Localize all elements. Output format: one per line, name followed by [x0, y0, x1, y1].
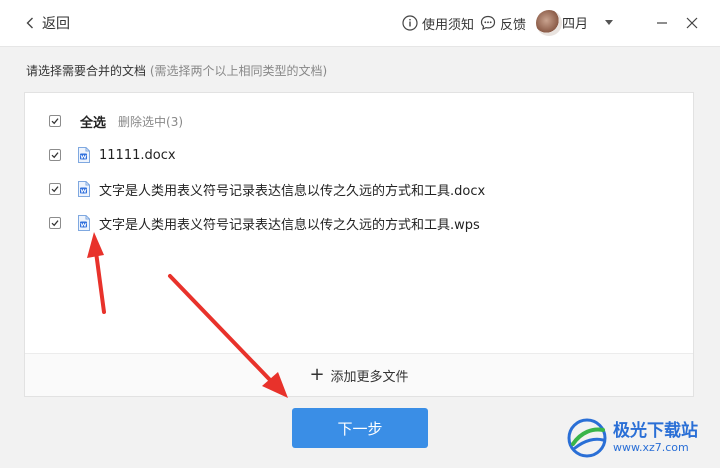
word-file-icon	[77, 181, 91, 197]
file-checkbox[interactable]	[49, 183, 61, 195]
file-row[interactable]: 文字是人类用表义符号记录表达信息以传之久远的方式和工具.wps	[49, 213, 480, 233]
word-file-icon	[77, 215, 91, 231]
add-more-label: 添加更多文件	[330, 369, 409, 385]
file-name: 文字是人类用表义符号记录表达信息以传之久远的方式和工具.wps	[99, 217, 480, 233]
close-button[interactable]	[682, 13, 702, 33]
watermark-url: www.xz7.com	[613, 441, 689, 454]
check-icon	[51, 152, 59, 159]
next-step-button[interactable]: 下一步	[292, 408, 428, 448]
avatar[interactable]	[536, 10, 562, 36]
check-icon	[51, 118, 59, 125]
watermark: 极光下载站 www.xz7.com	[565, 414, 715, 462]
instruction-text: 请选择需要合并的文档 (需选择两个以上相同类型的文档)	[26, 62, 327, 79]
chat-bubble-icon	[480, 15, 496, 31]
instruction-main: 请选择需要合并的文档	[26, 64, 147, 78]
file-list-panel: 全选 删除选中(3) 11111.docx 文字是人类用表义符号记录表达信息以传…	[24, 92, 694, 397]
instruction-hint: (需选择两个以上相同类型的文档)	[149, 64, 328, 78]
file-name: 11111.docx	[99, 147, 176, 163]
select-all-checkbox[interactable]	[49, 115, 61, 127]
info-icon	[402, 15, 418, 31]
minimize-icon	[657, 22, 667, 24]
check-icon	[51, 186, 59, 193]
back-button[interactable]: 返回	[26, 13, 70, 33]
plus-icon: +	[309, 364, 325, 385]
word-file-icon	[77, 147, 91, 163]
watermark-name: 极光下载站	[613, 421, 698, 441]
select-all-row: 全选 删除选中(3)	[49, 111, 183, 131]
notice-label: 使用须知	[422, 17, 475, 33]
close-icon	[686, 17, 698, 29]
back-label: 返回	[42, 16, 70, 32]
feedback-label: 反馈	[500, 17, 527, 33]
feedback-button[interactable]: 反馈	[480, 13, 526, 33]
file-checkbox[interactable]	[49, 217, 61, 229]
delete-selected-button[interactable]: 删除选中(3)	[118, 113, 183, 130]
file-row[interactable]: 11111.docx	[49, 145, 176, 165]
check-icon	[51, 220, 59, 227]
minimize-button[interactable]	[652, 13, 672, 33]
add-more-files-button[interactable]: + 添加更多文件	[25, 353, 693, 396]
username[interactable]: 四月	[562, 13, 588, 32]
notice-button[interactable]: 使用须知	[402, 13, 474, 33]
chevron-left-icon	[26, 17, 33, 29]
file-row[interactable]: 文字是人类用表义符号记录表达信息以传之久远的方式和工具.docx	[49, 179, 485, 199]
title-bar: 返回 使用须知 反馈 四月	[0, 0, 720, 47]
file-name: 文字是人类用表义符号记录表达信息以传之久远的方式和工具.docx	[99, 183, 486, 199]
watermark-logo-icon	[567, 418, 607, 458]
caret-down-icon[interactable]	[605, 20, 613, 25]
file-checkbox[interactable]	[49, 149, 61, 161]
select-all-label[interactable]: 全选	[80, 112, 106, 131]
